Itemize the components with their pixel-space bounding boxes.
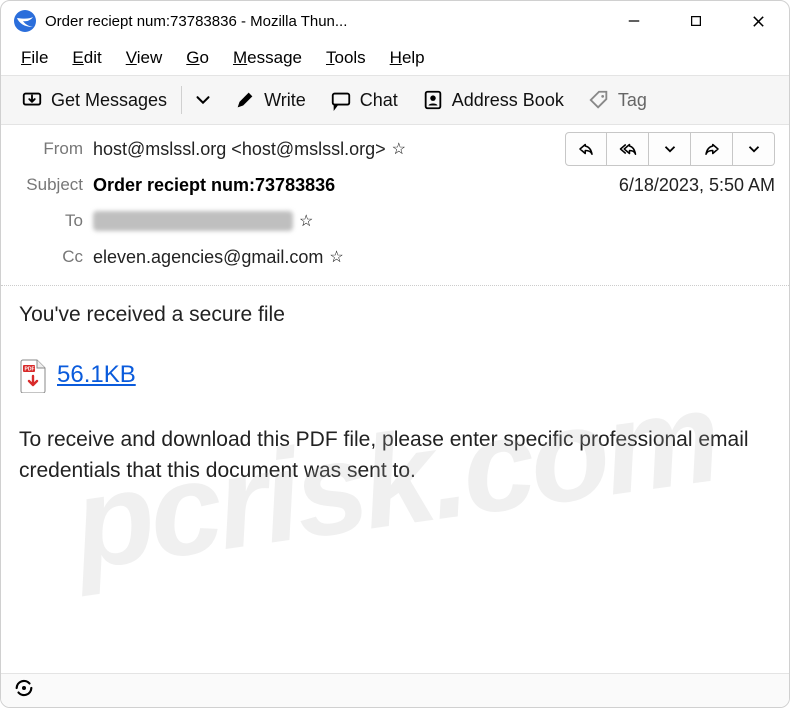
message-date: 6/18/2023, 5:50 AM [619,175,775,196]
chevron-down-icon [192,89,214,111]
body-heading: You've received a secure file [19,300,771,330]
thunderbird-icon [13,9,37,33]
tag-label: Tag [618,90,647,111]
get-messages-button[interactable]: Get Messages [9,80,179,120]
subject-label: Subject [15,175,93,195]
cc-label: Cc [15,247,93,267]
reply-all-button[interactable] [607,132,649,166]
menu-go[interactable]: Go [176,46,219,70]
menubar: File Edit View Go Message Tools Help [1,41,789,75]
menu-help[interactable]: Help [380,46,435,70]
to-label: To [15,211,93,231]
menu-edit[interactable]: Edit [62,46,111,70]
reply-all-dropdown[interactable] [649,132,691,166]
app-window: Order reciept num:73783836 - Mozilla Thu… [0,0,790,708]
pencil-icon [234,89,256,111]
cc-address[interactable]: eleven.agencies@gmail.com [93,247,323,268]
maximize-button[interactable] [665,1,727,41]
address-book-button[interactable]: Address Book [410,80,576,120]
from-address[interactable]: host@mslssl.org <host@mslssl.org> [93,139,386,160]
toolbar-separator [181,86,182,114]
subject-row: Subject Order reciept num:73783836 6/18/… [15,167,775,203]
window-controls [603,1,789,41]
reply-button[interactable] [565,132,607,166]
chat-label: Chat [360,90,398,111]
get-messages-dropdown[interactable] [184,80,222,120]
address-book-icon [422,89,444,111]
download-messages-icon [21,89,43,111]
star-icon[interactable]: ☆ [329,247,343,267]
from-label: From [15,139,93,159]
forward-button[interactable] [691,132,733,166]
write-label: Write [264,90,306,111]
address-book-label: Address Book [452,90,564,111]
attachment-row: PDF 56.1KB [19,358,771,393]
cc-row: Cc eleven.agencies@gmail.com ☆ [15,239,775,275]
titlebar: Order reciept num:73783836 - Mozilla Thu… [1,1,789,41]
window-title: Order reciept num:73783836 - Mozilla Thu… [45,13,347,30]
pdf-file-icon: PDF [19,359,47,393]
toolbar: Get Messages Write Chat Address Book Tag [1,75,789,125]
from-row: From host@mslssl.org <host@mslssl.org> ☆ [15,131,775,167]
menu-view[interactable]: View [116,46,173,70]
message-body: pcrisk.com You've received a secure file… [1,286,789,673]
chat-icon [330,89,352,111]
body-paragraph: To receive and download this PDF file, p… [19,425,771,486]
menu-tools[interactable]: Tools [316,46,376,70]
get-messages-label: Get Messages [51,90,167,111]
message-header: From host@mslssl.org <host@mslssl.org> ☆ [1,125,789,286]
tag-button[interactable]: Tag [576,80,659,120]
menu-message[interactable]: Message [223,46,312,70]
menu-file[interactable]: File [11,46,58,70]
tag-icon [588,89,610,111]
close-button[interactable] [727,1,789,41]
to-row: To ☆ [15,203,775,239]
statusbar [1,673,789,707]
attachment-link[interactable]: 56.1KB [57,358,136,393]
write-button[interactable]: Write [222,80,318,120]
subject-text: Order reciept num:73783836 [93,175,335,196]
svg-text:PDF: PDF [25,366,35,372]
star-icon[interactable]: ☆ [392,139,406,159]
activity-icon [13,677,35,704]
star-icon[interactable]: ☆ [299,211,313,231]
header-action-bar [565,132,775,166]
minimize-button[interactable] [603,1,665,41]
chat-button[interactable]: Chat [318,80,410,120]
to-address-redacted [93,211,293,231]
more-actions-dropdown[interactable] [733,132,775,166]
